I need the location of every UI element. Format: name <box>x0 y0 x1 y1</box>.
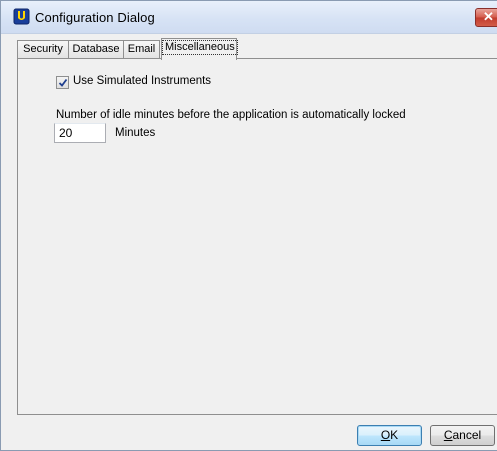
tab-label: Email <box>127 43 156 55</box>
minutes-unit-label: Minutes <box>115 127 156 139</box>
tab-label: Security <box>23 43 63 55</box>
configuration-dialog: Configuration Dialog ✕ Security Database… <box>0 0 497 451</box>
cancel-button[interactable]: Cancel <box>430 425 495 446</box>
title-bar[interactable]: Configuration Dialog ✕ <box>1 1 497 34</box>
tab-email[interactable]: Email <box>123 40 160 58</box>
idle-minutes-input[interactable] <box>54 123 106 143</box>
tab-label: Database <box>72 43 120 55</box>
tab-miscellaneous[interactable]: Miscellaneous <box>161 38 238 60</box>
close-icon: ✕ <box>483 9 494 24</box>
tab-security[interactable]: Security <box>17 40 69 58</box>
idle-minutes-label: Number of idle minutes before the applic… <box>56 109 406 121</box>
tab-database[interactable]: Database <box>68 40 124 58</box>
checkmark-icon <box>58 78 68 87</box>
tab-label: Miscellaneous <box>162 40 238 55</box>
app-shield-icon <box>13 8 30 25</box>
window-title: Configuration Dialog <box>35 10 155 25</box>
ok-label-rest: K <box>390 428 399 442</box>
use-simulated-instruments-checkbox[interactable] <box>56 76 69 89</box>
close-button[interactable]: ✕ <box>475 8 497 27</box>
ok-button[interactable]: OK <box>357 425 422 446</box>
ok-mnemonic: O <box>380 428 391 442</box>
use-simulated-instruments-label[interactable]: Use Simulated Instruments <box>73 75 211 87</box>
cancel-label-rest: ancel <box>452 428 482 442</box>
